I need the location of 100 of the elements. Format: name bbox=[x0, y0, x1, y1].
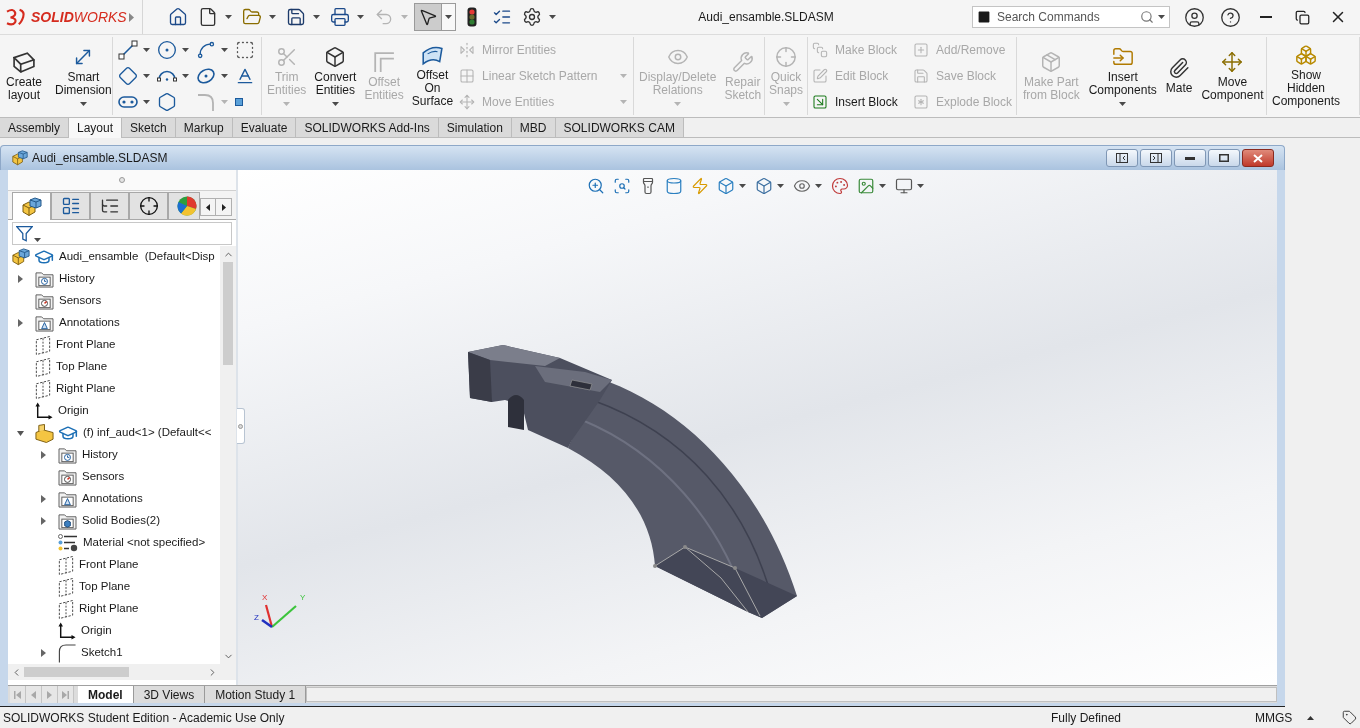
dashed-square-icon bbox=[235, 40, 255, 60]
ribbon-button[interactable]: Smart Dimension bbox=[53, 46, 114, 106]
ribbon-button[interactable]: Mate bbox=[1163, 57, 1195, 95]
search-field[interactable]: Search Commands bbox=[972, 6, 1170, 28]
ribbon-tab[interactable]: Assembly bbox=[0, 118, 69, 137]
history-folder-icon bbox=[58, 446, 77, 464]
restore-button[interactable] bbox=[1208, 149, 1240, 167]
ribbon-button[interactable]: Insert Block bbox=[812, 89, 907, 115]
caret-right-icon[interactable] bbox=[41, 649, 46, 657]
expand-button[interactable] bbox=[126, 10, 136, 24]
panel-tab[interactable] bbox=[51, 192, 90, 219]
funnel-icon bbox=[16, 224, 33, 242]
plane-icon bbox=[58, 555, 74, 575]
caret-right-icon[interactable] bbox=[41, 451, 46, 459]
tree-item[interactable]: History bbox=[59, 270, 95, 288]
tree-item[interactable]: Top Plane bbox=[56, 358, 108, 376]
ribbon-tab[interactable]: SOLIDWORKS CAM bbox=[555, 118, 684, 137]
ribbon-button[interactable]: Move Component bbox=[1199, 50, 1266, 102]
ribbon-button[interactable]: Show Hidden Components bbox=[1270, 44, 1343, 108]
ribbon-button[interactable]: Convert Entities bbox=[312, 46, 359, 106]
ribbon-tab[interactable]: MBD bbox=[511, 118, 556, 137]
tree-item[interactable]: Origin bbox=[81, 622, 112, 640]
graduation-cap-icon bbox=[58, 423, 78, 443]
list-icon bbox=[60, 196, 81, 216]
tag-icon[interactable] bbox=[1342, 710, 1357, 725]
scrollbar-thumb[interactable] bbox=[24, 667, 129, 677]
cube-icon bbox=[324, 46, 347, 68]
tree-item[interactable]: Solid Bodies(2) bbox=[82, 512, 160, 530]
units-label[interactable]: MMGS bbox=[1255, 708, 1304, 727]
tree-item[interactable]: Origin bbox=[58, 402, 89, 420]
minimize-button[interactable] bbox=[1174, 149, 1206, 167]
grip-dot-icon[interactable] bbox=[119, 177, 125, 183]
caret-left-icon bbox=[206, 203, 210, 211]
help-button[interactable] bbox=[1218, 5, 1242, 29]
ribbon-button[interactable]: Insert Components bbox=[1086, 46, 1159, 106]
move-arrows-icon bbox=[459, 94, 476, 110]
tree-item[interactable]: History bbox=[82, 446, 118, 464]
tree-item[interactable]: Top Plane bbox=[79, 578, 131, 596]
scan-magnifier-icon bbox=[612, 177, 631, 195]
caret-right-icon[interactable] bbox=[41, 517, 46, 525]
settings-icon bbox=[522, 7, 542, 27]
ribbon-tab[interactable]: Evaluate bbox=[232, 118, 297, 137]
tile-left-button[interactable] bbox=[1106, 149, 1138, 167]
ribbon-tab[interactable]: SOLIDWORKS Add-Ins bbox=[296, 118, 439, 137]
sketch-tool-button[interactable] bbox=[118, 37, 150, 63]
ribbon-tab[interactable]: Markup bbox=[175, 118, 233, 137]
filter-field[interactable] bbox=[12, 221, 232, 245]
text-icon bbox=[235, 66, 255, 86]
scroll-left-button[interactable] bbox=[200, 198, 216, 216]
horizontal-scrollbar[interactable] bbox=[8, 664, 220, 680]
layout-box-icon bbox=[13, 50, 35, 73]
search-icon[interactable] bbox=[1140, 10, 1154, 24]
panel-right-icon bbox=[1150, 153, 1162, 163]
tree-item[interactable]: (f) inf_aud<1> (Default<< bbox=[83, 424, 212, 442]
ribbon-tab[interactable]: Layout bbox=[69, 118, 123, 138]
tree-item[interactable]: Front Plane bbox=[56, 336, 116, 354]
tree-item[interactable]: Material <not specified> bbox=[83, 534, 206, 552]
scrollbar-thumb[interactable] bbox=[223, 262, 233, 365]
tree-item[interactable]: Sensors bbox=[82, 468, 125, 486]
model-tab[interactable]: Model bbox=[78, 686, 134, 703]
panel-tab[interactable] bbox=[129, 192, 168, 219]
horizontal-scrollbar[interactable] bbox=[306, 687, 1277, 702]
tree-item[interactable]: Sketch1 bbox=[81, 644, 123, 662]
ribbon-tab[interactable]: Simulation bbox=[438, 118, 512, 137]
tree-item[interactable]: Annotations bbox=[82, 490, 143, 508]
close-button[interactable] bbox=[1242, 149, 1274, 167]
insert-block-icon bbox=[812, 94, 828, 110]
part-icon bbox=[35, 423, 54, 443]
caret-right-icon[interactable] bbox=[18, 275, 23, 283]
tile-right-button[interactable] bbox=[1140, 149, 1172, 167]
tree-item[interactable]: Right Plane bbox=[56, 380, 116, 398]
ribbon-button[interactable]: Offset On Surface bbox=[409, 44, 456, 108]
tree-item[interactable]: Audi_ensamble (Default<Disp bbox=[59, 248, 215, 266]
ribbon-tab[interactable]: Sketch bbox=[122, 118, 176, 137]
caret-right-icon[interactable] bbox=[41, 495, 46, 503]
monitor-icon bbox=[894, 177, 913, 195]
caret-down-icon bbox=[815, 184, 822, 188]
ribbon-button[interactable]: Create layout bbox=[4, 50, 45, 102]
assembly-icon bbox=[12, 150, 28, 166]
tree-item[interactable]: Right Plane bbox=[79, 600, 139, 618]
caret-right-icon[interactable] bbox=[18, 319, 23, 327]
panel-tab[interactable] bbox=[90, 192, 129, 219]
tree-item[interactable]: Annotations bbox=[59, 314, 120, 332]
ellipse-icon bbox=[196, 66, 216, 86]
tree-item[interactable]: Sensors bbox=[59, 292, 102, 310]
gauge-folder-icon bbox=[58, 468, 77, 486]
window-title: Audi_ensamble.SLDASM bbox=[698, 9, 834, 26]
square-asterisk-icon bbox=[912, 94, 929, 110]
vertical-scrollbar[interactable] bbox=[220, 246, 236, 664]
account-button[interactable] bbox=[1182, 5, 1206, 29]
restore-icon bbox=[1294, 9, 1310, 25]
scroll-right-button[interactable] bbox=[216, 198, 232, 216]
caret-down-icon bbox=[1158, 15, 1165, 19]
panel-collapse-handle[interactable] bbox=[237, 408, 245, 444]
plane-icon bbox=[58, 577, 74, 597]
caret-down-icon[interactable] bbox=[17, 430, 24, 436]
panel-tab[interactable] bbox=[12, 192, 51, 220]
brand-logo-icon bbox=[5, 8, 27, 26]
toolbar-button[interactable] bbox=[414, 3, 456, 31]
tree-item[interactable]: Front Plane bbox=[79, 556, 139, 574]
